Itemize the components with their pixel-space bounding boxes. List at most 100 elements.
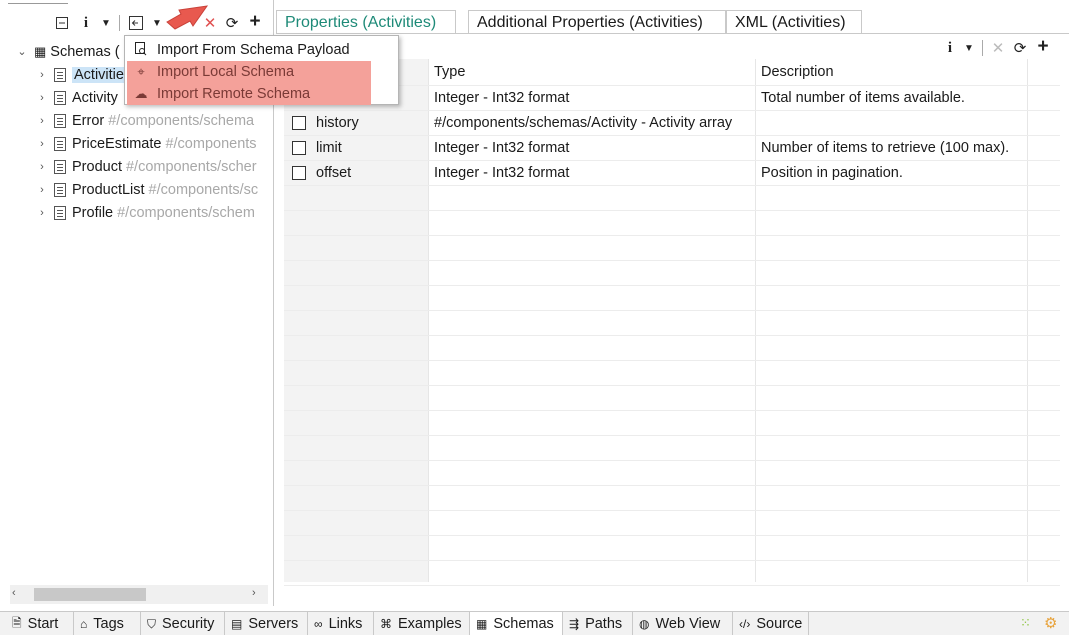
menu-item-label: Import From Schema Payload xyxy=(157,42,350,58)
scrollbar-thumb[interactable] xyxy=(34,588,146,601)
tree-item-ref: #/components xyxy=(165,135,257,152)
bottom-tab-tags[interactable]: ⌂ Tags xyxy=(74,612,141,635)
bottom-tab-security[interactable]: ⛉ Security xyxy=(141,612,225,635)
type-cell: Integer - Int32 format xyxy=(434,139,570,156)
row-divider xyxy=(284,510,1060,511)
delete-icon[interactable]: ✕ xyxy=(200,13,220,33)
shield-icon: ⛉ xyxy=(147,616,157,631)
tree-item[interactable]: › Product #/components/scher xyxy=(14,155,272,178)
tree-item[interactable]: › PriceEstimate #/components xyxy=(14,132,272,155)
required-checkbox[interactable] xyxy=(292,140,306,155)
add-icon[interactable]: + xyxy=(245,11,265,32)
grid-icon[interactable]: ⁙ xyxy=(1020,615,1031,631)
delete-icon[interactable]: ✕ xyxy=(988,38,1008,58)
property-name: history xyxy=(316,114,359,131)
name-cell: history xyxy=(284,110,428,135)
tree-item-ref: #/components/schema xyxy=(108,112,255,129)
tree-item-name: Error xyxy=(72,112,105,129)
table-row[interactable]: limit Integer - Int32 format Number of ite… xyxy=(284,135,1060,160)
header-description[interactable]: Description xyxy=(755,59,1027,85)
top-divider xyxy=(8,0,68,4)
bottom-tab-label: Servers xyxy=(248,616,299,632)
bottom-tab-servers[interactable]: ▤ Servers xyxy=(225,612,308,635)
row-divider xyxy=(284,285,1060,286)
type-cell: Integer - Int32 format xyxy=(434,164,570,181)
tab-label: Additional Properties (Activities) xyxy=(477,13,703,31)
refresh-icon[interactable]: ⟳ xyxy=(1010,38,1030,58)
menu-item-import-remote[interactable]: ☁ Import Remote Schema xyxy=(127,83,371,105)
chevron-down-icon[interactable]: ▼ xyxy=(959,38,979,58)
row-divider xyxy=(284,235,1060,236)
scroll-left-icon[interactable]: ‹ xyxy=(12,587,16,599)
tab-label: Properties (Activities) xyxy=(285,13,437,31)
description-cell: Position in pagination. xyxy=(761,164,903,181)
menu-item-import-local[interactable]: ⌖ Import Local Schema xyxy=(127,61,371,83)
tab-properties[interactable]: Properties (Activities) xyxy=(276,10,456,34)
bottom-tab-start[interactable]: 🗎 Start xyxy=(6,612,74,635)
tab-additional-properties[interactable]: Additional Properties (Activities) xyxy=(468,10,726,34)
refresh-icon[interactable]: ⟳ xyxy=(222,13,242,33)
bottom-tab-label: Links xyxy=(328,616,363,632)
import-menu: Import From Schema Payload ⌖ Import Loca… xyxy=(124,35,399,105)
tree-item-name: Product xyxy=(72,158,122,175)
tab-label: XML (Activities) xyxy=(735,13,846,31)
scroll-right-icon[interactable]: › xyxy=(252,587,256,599)
chevron-right-icon[interactable]: › xyxy=(34,138,50,150)
chevron-down-icon[interactable]: ▼ xyxy=(96,13,116,33)
settings-gear-icon[interactable]: ⚙ xyxy=(1044,614,1057,632)
properties-grid: Type Description Integer - Int32 format T… xyxy=(284,59,1060,586)
add-icon[interactable]: + xyxy=(1033,36,1053,57)
required-checkbox[interactable] xyxy=(292,165,306,180)
chevron-right-icon[interactable]: › xyxy=(34,69,50,81)
bottom-tab-label: Start xyxy=(27,616,59,632)
description-cell xyxy=(755,110,1027,135)
row-divider xyxy=(284,335,1060,336)
row-divider xyxy=(284,435,1060,436)
row-divider xyxy=(284,460,1060,461)
toolbar-separator xyxy=(119,15,120,31)
tab-xml[interactable]: XML (Activities) xyxy=(726,10,862,34)
horizontal-scrollbar[interactable]: ‹ › xyxy=(10,585,268,604)
chevron-right-icon[interactable]: › xyxy=(34,207,50,219)
table-row[interactable]: history #/components/schemas/Activity - A… xyxy=(284,110,1060,135)
menu-item-label: Import Remote Schema xyxy=(157,86,311,102)
bottom-tab-links[interactable]: ∞ Links xyxy=(308,612,374,635)
description-cell: Total number of items available. xyxy=(761,89,965,106)
location-icon: ⌖ xyxy=(137,64,145,79)
code-icon: ‹/› xyxy=(739,617,751,631)
bottom-tab-web-view[interactable]: ◍ Web View xyxy=(633,612,733,635)
schema-file-icon xyxy=(54,136,66,151)
tree-item[interactable]: › Error #/components/schema xyxy=(14,109,272,132)
bottom-tab-examples[interactable]: ⌘ Examples xyxy=(374,612,470,635)
chevron-right-icon[interactable]: › xyxy=(34,115,50,127)
tree-item[interactable]: › ProductList #/components/sc xyxy=(14,178,272,201)
chevron-right-icon[interactable]: › xyxy=(34,184,50,196)
row-divider xyxy=(284,360,1060,361)
chevron-right-icon[interactable]: › xyxy=(34,92,50,104)
document-icon: 🗎 xyxy=(12,615,22,630)
required-checkbox[interactable] xyxy=(292,115,306,130)
table-row[interactable]: Integer - Int32 format Total number of it… xyxy=(284,85,1060,110)
row-divider xyxy=(284,410,1060,411)
tree-item-name: PriceEstimate xyxy=(72,135,162,152)
header-type[interactable]: Type xyxy=(428,59,755,85)
import-icon[interactable] xyxy=(126,13,146,33)
tree-root-label: Schemas ( xyxy=(50,43,120,60)
bottom-tab-schemas[interactable]: ▦ Schemas xyxy=(470,612,563,635)
row-divider xyxy=(284,535,1060,536)
name-cell: offset xyxy=(284,160,428,185)
menu-item-import-payload[interactable]: Import From Schema Payload xyxy=(127,39,371,61)
bottom-tab-paths[interactable]: ⇶ Paths xyxy=(563,612,633,635)
info-icon[interactable]: i xyxy=(76,13,96,33)
collapse-all-icon[interactable] xyxy=(52,13,72,33)
bottom-tab-source[interactable]: ‹/› Source xyxy=(733,612,809,635)
schemas-icon: ▦ xyxy=(34,43,47,59)
server-icon: ▤ xyxy=(231,617,243,631)
table-row[interactable]: offset Integer - Int32 format Position in … xyxy=(284,160,1060,185)
payload-icon xyxy=(127,41,155,59)
chevron-right-icon[interactable]: › xyxy=(34,161,50,173)
tree-item-ref: #/components/schem xyxy=(117,204,255,221)
tree-item[interactable]: › Profile #/components/schem xyxy=(14,201,272,224)
info-icon[interactable]: i xyxy=(940,38,960,58)
chevron-down-icon[interactable]: ⌄ xyxy=(14,45,30,58)
